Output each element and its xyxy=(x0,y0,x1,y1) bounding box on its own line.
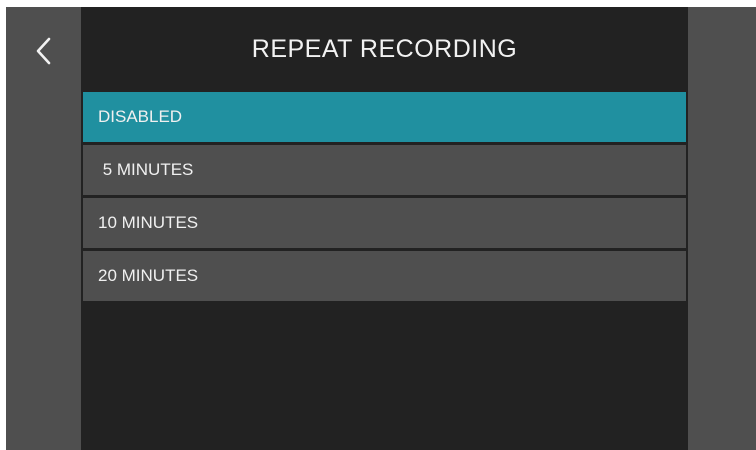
option-list: DISABLED 5 MINUTES 10 MINUTES 20 MINUTES xyxy=(83,92,686,304)
option-label: 5 MINUTES xyxy=(98,160,194,179)
option-5-minutes[interactable]: 5 MINUTES xyxy=(83,145,686,195)
back-button[interactable] xyxy=(24,31,64,71)
chevron-left-icon xyxy=(36,37,51,65)
option-20-minutes[interactable]: 20 MINUTES xyxy=(83,251,686,301)
main-panel: REPEAT RECORDING DISABLED 5 MINUTES 10 M… xyxy=(81,7,688,450)
option-disabled[interactable]: DISABLED xyxy=(83,92,686,142)
page-title: REPEAT RECORDING xyxy=(251,34,518,63)
option-label: 20 MINUTES xyxy=(98,266,199,285)
left-rail xyxy=(6,7,81,450)
option-label: 10 MINUTES xyxy=(98,213,199,232)
screen: REPEAT RECORDING DISABLED 5 MINUTES 10 M… xyxy=(6,7,756,450)
right-rail xyxy=(688,7,756,450)
option-10-minutes[interactable]: 10 MINUTES xyxy=(83,198,686,248)
option-label: DISABLED xyxy=(98,107,183,126)
